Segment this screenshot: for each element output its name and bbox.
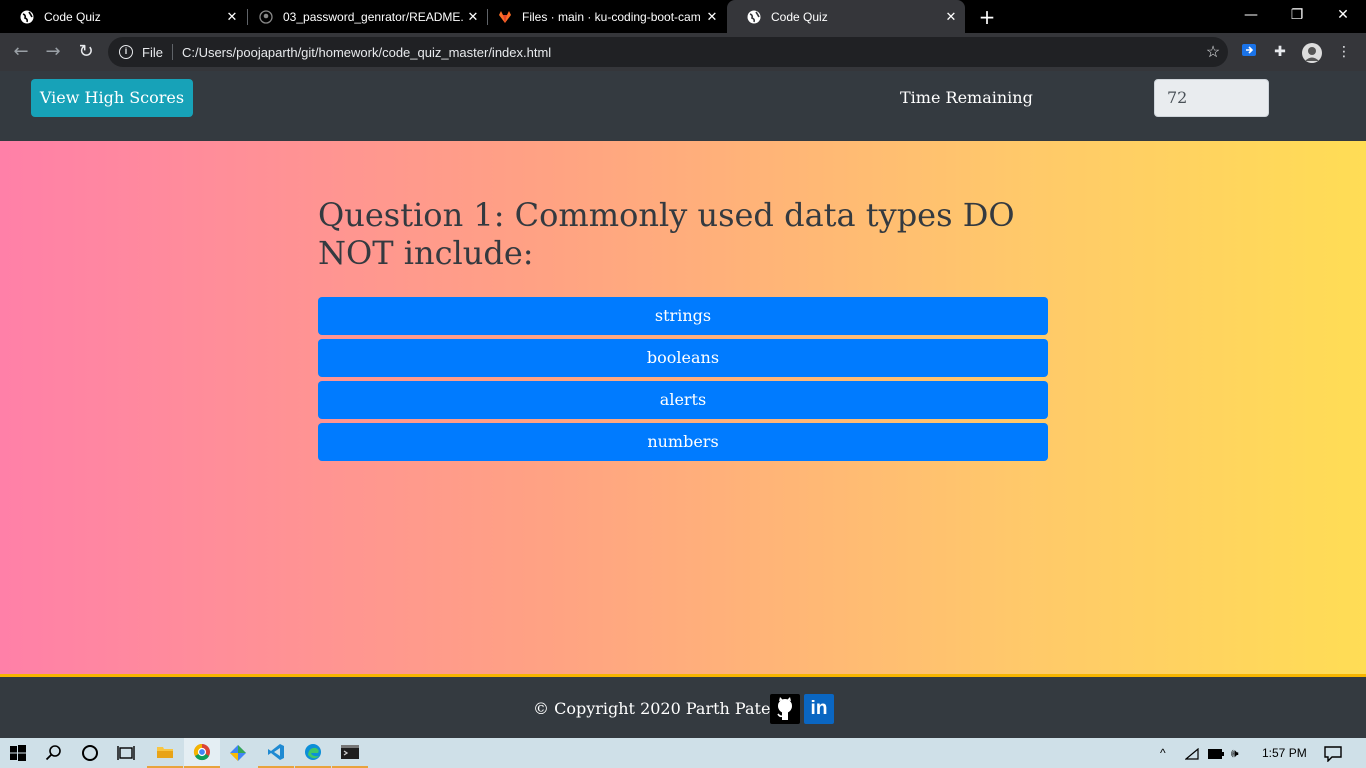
browser-toolbar: ← → ↻ i File C:/Users/poojaparth/git/hom…	[0, 33, 1366, 71]
puzzle-icon[interactable]: ✚	[1270, 42, 1290, 62]
forward-icon[interactable]: →	[42, 41, 64, 63]
tab-title: Code Quiz	[771, 9, 828, 24]
menu-dots-icon[interactable]: ⋮	[1334, 42, 1354, 62]
globe-icon	[20, 10, 34, 23]
terminal-icon[interactable]	[332, 738, 368, 768]
windows-taskbar: ^ 🕪 1:57 PM	[0, 738, 1366, 768]
answer-button[interactable]: alerts	[318, 381, 1048, 419]
tray-chevron-icon[interactable]: ^	[1160, 738, 1166, 768]
chrome-icon[interactable]	[184, 738, 220, 768]
reload-icon[interactable]: ↻	[75, 41, 97, 63]
taskbar-clock[interactable]: 1:57 PM	[1262, 738, 1307, 768]
minimize-icon[interactable]: —	[1228, 0, 1274, 33]
url-text[interactable]: C:/Users/poojaparth/git/homework/code_qu…	[182, 45, 1198, 60]
gitlab-icon	[499, 10, 511, 23]
view-high-scores-button[interactable]: View High Scores	[31, 79, 193, 117]
address-bar[interactable]: i File C:/Users/poojaparth/git/homework/…	[108, 37, 1228, 67]
close-window-icon[interactable]: ✕	[1320, 0, 1366, 33]
cortana-icon[interactable]	[72, 738, 108, 768]
answer-button[interactable]: strings	[318, 297, 1048, 335]
extension-screencast-icon[interactable]	[1239, 42, 1259, 62]
battery-icon[interactable]	[1208, 738, 1224, 768]
close-icon[interactable]: ✕	[941, 9, 961, 25]
volume-icon[interactable]: 🕪	[1231, 738, 1239, 768]
copyright-text: © Copyright 2020 Parth Patel	[533, 699, 776, 718]
question-text: Question 1: Commonly used data types DO …	[318, 196, 1015, 272]
answer-list: strings booleans alerts numbers	[318, 297, 1048, 465]
app-launcher-icon[interactable]	[220, 738, 256, 768]
new-tab-button[interactable]: +	[976, 6, 998, 28]
github-icon	[259, 9, 273, 24]
restore-icon[interactable]: ❐	[1274, 0, 1320, 33]
scheme-label: File	[142, 44, 163, 60]
time-remaining-label: Time Remaining	[900, 88, 1033, 107]
github-icon[interactable]	[770, 694, 800, 724]
tab-gitlab-files[interactable]: Files · main · ku-coding-boot-cam ✕	[478, 0, 726, 33]
tab-code-quiz-1[interactable]: Code Quiz ✕	[0, 0, 246, 33]
file-explorer-icon[interactable]	[147, 738, 183, 768]
omnibox-separator	[171, 44, 173, 60]
wifi-icon[interactable]	[1184, 738, 1199, 768]
tab-title: Code Quiz	[44, 9, 101, 24]
linkedin-icon[interactable]: in	[804, 694, 834, 724]
task-view-icon[interactable]	[108, 738, 144, 768]
time-remaining-field: 72	[1154, 79, 1269, 117]
back-icon[interactable]: ←	[10, 41, 32, 63]
answer-button[interactable]: numbers	[318, 423, 1048, 461]
tab-readme[interactable]: 03_password_genrator/README. ✕	[239, 0, 487, 33]
info-icon[interactable]: i	[119, 45, 133, 59]
browser-tab-strip: Code Quiz ✕ 03_password_genrator/README.…	[0, 0, 1366, 33]
answer-button[interactable]: booleans	[318, 339, 1048, 377]
windows-start-icon[interactable]	[0, 738, 36, 768]
quiz-page: View High Scores Time Remaining 72 Quest…	[0, 71, 1366, 738]
edge-icon[interactable]	[295, 738, 331, 768]
close-icon[interactable]: ✕	[702, 9, 722, 25]
page-header: View High Scores Time Remaining 72	[0, 71, 1366, 141]
globe-icon	[747, 10, 761, 23]
vscode-icon[interactable]	[258, 738, 294, 768]
tab-title: 03_password_genrator/README.	[283, 9, 463, 24]
notifications-icon[interactable]	[1324, 738, 1342, 768]
bookmark-star-icon[interactable]: ☆	[1198, 42, 1228, 62]
page-footer: © Copyright 2020 Parth Patel in	[0, 674, 1366, 738]
search-icon[interactable]	[36, 738, 72, 768]
tab-code-quiz-active[interactable]: Code Quiz ✕	[727, 0, 965, 33]
avatar[interactable]	[1301, 42, 1322, 63]
tab-title: Files · main · ku-coding-boot-cam	[522, 9, 701, 24]
